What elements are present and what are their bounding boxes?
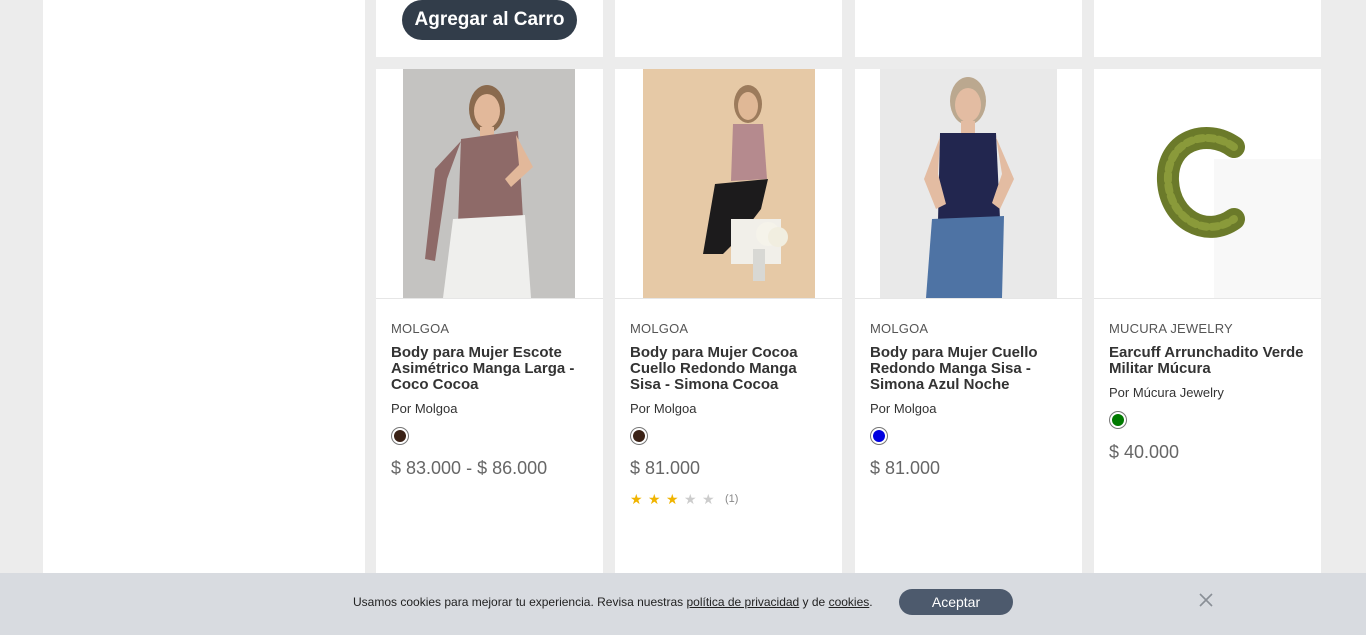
cookie-banner: Usamos cookies para mejorar tu experienc…	[0, 573, 1366, 635]
product-info: MUCURA JEWELRY Earcuff Arrunchadito Verd…	[1109, 321, 1309, 463]
close-icon[interactable]	[1198, 592, 1214, 608]
product-card-top: Agregar al Carro	[376, 0, 603, 57]
earcuff-photo-image	[1094, 69, 1321, 298]
swatch-dot	[633, 430, 645, 442]
product-image[interactable]	[1094, 69, 1321, 299]
product-info: MOLGOA Body para Mujer Cocoa Cuello Redo…	[630, 321, 830, 507]
product-image[interactable]	[376, 69, 603, 299]
cookies-link[interactable]: cookies	[829, 595, 870, 609]
color-swatch[interactable]	[391, 427, 409, 445]
review-count: (1)	[725, 493, 739, 505]
add-to-cart-button[interactable]: Agregar al Carro	[402, 0, 577, 40]
product-image[interactable]	[855, 69, 1082, 299]
product-price: $ 81.000	[870, 458, 941, 478]
product-title[interactable]: Body para Mujer Escote Asimétrico Manga …	[391, 345, 591, 393]
cookie-message: Usamos cookies para mejorar tu experienc…	[353, 595, 873, 609]
swatch-dot	[873, 430, 885, 442]
star-icon: ★	[684, 491, 697, 507]
product-price: $ 40.000	[1109, 442, 1180, 462]
cookie-text-after: .	[869, 595, 873, 609]
color-swatch[interactable]	[630, 427, 648, 445]
product-card-top	[1094, 0, 1321, 57]
product-card[interactable]: MUCURA JEWELRY Earcuff Arrunchadito Verd…	[1094, 69, 1321, 635]
product-price: $ 81.000	[630, 458, 701, 478]
star-icon: ★	[666, 491, 679, 507]
product-rating: ★ ★ ★ ★ ★ (1)	[630, 491, 830, 507]
product-brand: MUCURA JEWELRY	[1109, 321, 1233, 336]
product-seller: Por Molgoa	[391, 401, 458, 416]
product-seller: Por Múcura Jewelry	[1109, 385, 1224, 400]
product-brand: MOLGOA	[391, 321, 450, 336]
product-title[interactable]: Earcuff Arrunchadito Verde Militar Múcur…	[1109, 345, 1309, 377]
product-brand: MOLGOA	[630, 321, 689, 336]
star-icon: ★	[702, 491, 715, 507]
privacy-policy-link[interactable]: política de privacidad	[686, 595, 799, 609]
product-card[interactable]: MOLGOA Body para Mujer Cuello Redondo Ma…	[855, 69, 1082, 635]
swatch-dot	[1112, 414, 1124, 426]
color-swatch[interactable]	[870, 427, 888, 445]
product-brand: MOLGOA	[870, 321, 929, 336]
product-title[interactable]: Body para Mujer Cuello Redondo Manga Sis…	[870, 345, 1070, 393]
model-photo-image	[880, 69, 1057, 298]
product-card[interactable]: MOLGOA Body para Mujer Escote Asimétrico…	[376, 69, 603, 635]
product-info: MOLGOA Body para Mujer Escote Asimétrico…	[391, 321, 591, 479]
product-title[interactable]: Body para Mujer Cocoa Cuello Redondo Man…	[630, 345, 830, 393]
product-card[interactable]: MOLGOA Body para Mujer Cocoa Cuello Redo…	[615, 69, 842, 635]
cookie-text-middle: y de	[799, 595, 829, 609]
product-info: MOLGOA Body para Mujer Cuello Redondo Ma…	[870, 321, 1070, 479]
product-seller: Por Molgoa	[630, 401, 697, 416]
cookie-text-before: Usamos cookies para mejorar tu experienc…	[353, 595, 687, 609]
filters-sidebar	[43, 0, 365, 635]
swatch-dot	[394, 430, 406, 442]
product-card-top	[615, 0, 842, 57]
product-card-top	[855, 0, 1082, 57]
model-photo-image	[643, 69, 815, 298]
star-icon: ★	[630, 491, 643, 507]
color-swatch[interactable]	[1109, 411, 1127, 429]
product-image[interactable]	[615, 69, 842, 299]
product-seller: Por Molgoa	[870, 401, 937, 416]
product-price: $ 83.000 - $ 86.000	[391, 458, 548, 478]
star-icon: ★	[648, 491, 661, 507]
accept-cookies-button[interactable]: Aceptar	[899, 589, 1013, 615]
model-photo-image	[403, 69, 575, 298]
